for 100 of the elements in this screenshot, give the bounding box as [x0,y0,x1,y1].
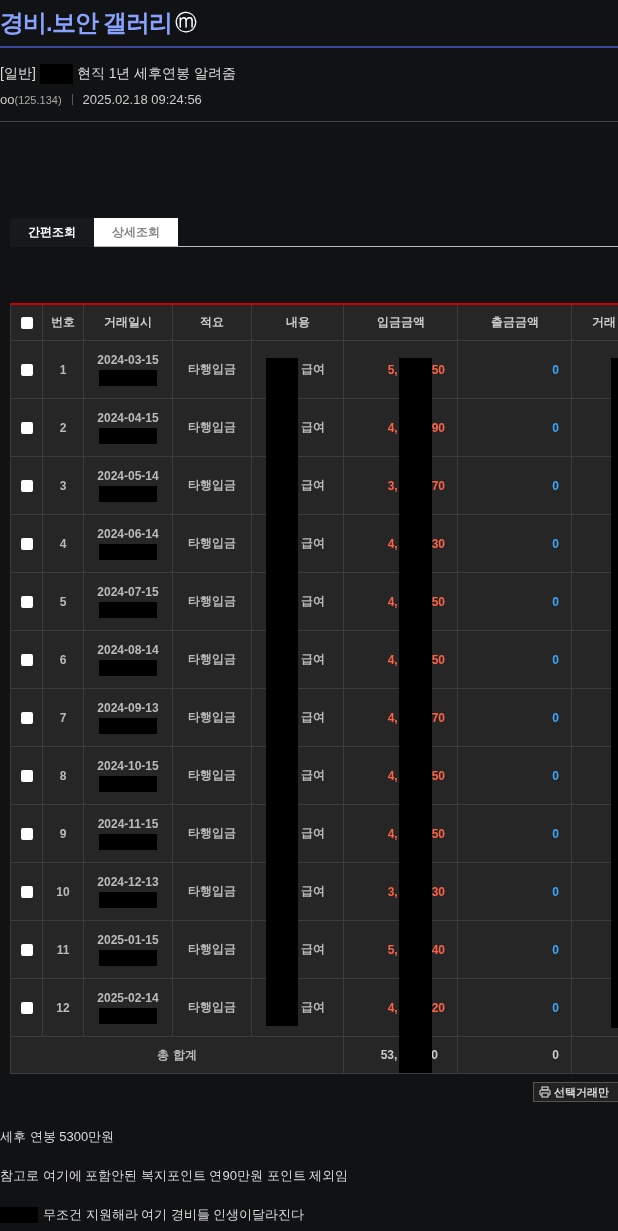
checkbox[interactable] [20,422,33,435]
row-number: 1 [59,362,67,377]
row-number: 8 [59,768,67,783]
deposit-amount: 70 [431,710,445,725]
withdrawal-amount: 0 [552,1000,559,1015]
redaction-block [99,660,157,676]
row-number: 9 [59,826,67,841]
transaction-memo: 급여 [301,942,325,956]
checkbox[interactable] [20,480,33,493]
deposit-amount: 4, [387,594,398,609]
post-date: 2025.02.18 09:24:56 [82,92,202,107]
column-header: 입금금액 [376,315,425,329]
total-deposit: 53, [380,1048,398,1062]
transaction-type: 타행입금 [188,652,236,666]
redaction-block [99,370,157,386]
checkbox[interactable] [20,770,33,783]
row-number: 12 [56,1000,70,1015]
redaction-block [99,834,157,850]
transaction-date: 2024-10-15 [96,759,160,773]
checkbox[interactable] [20,886,33,899]
withdrawal-amount: 0 [552,942,559,957]
checkbox[interactable] [20,317,33,330]
deposit-amount: 4, [387,536,398,551]
transaction-date: 2024-07-15 [96,585,160,599]
transaction-memo: 급여 [301,536,325,550]
transaction-type: 타행입금 [188,478,236,492]
redaction-block [99,776,157,792]
withdrawal-amount: 0 [552,826,559,841]
transaction-type: 타행입금 [188,594,236,608]
checkbox[interactable] [20,828,33,841]
gallery-title[interactable]: 경비.보안 갤러리 [0,7,173,39]
redaction-block [99,1008,157,1024]
withdrawal-amount: 0 [552,362,559,377]
deposit-amount: 5, [387,942,398,957]
deposit-amount: 4, [387,710,398,725]
checkbox[interactable] [20,654,33,667]
total-deposit: 0 [431,1048,439,1062]
deposit-amount: 20 [431,1000,445,1015]
tab[interactable]: 간편조회 [10,218,94,247]
column-header: 거래일시 [104,315,152,329]
withdrawal-amount: 0 [552,536,559,551]
withdrawal-amount: 0 [552,768,559,783]
body-text: 참고로 여기에 포함안된 복지포인트 연90만원 포인트 제외임 [0,1168,350,1184]
transaction-memo: 급여 [301,420,325,434]
transaction-memo: 급여 [301,362,325,376]
withdrawal-amount: 0 [552,420,559,435]
withdrawal-amount: 0 [552,884,559,899]
transaction-type: 타행입금 [188,420,236,434]
deposit-amount: 4, [387,1000,398,1015]
deposit-amount: 90 [431,420,445,435]
checkbox[interactable] [20,712,33,725]
withdrawal-amount: 0 [552,594,559,609]
row-number: 5 [59,594,67,609]
transaction-date: 2024-12-13 [96,875,160,889]
print-selected-button[interactable]: 선택거래만 [533,1082,618,1102]
gallery-mark-label: ⓜ [175,9,198,37]
checkbox[interactable] [20,944,33,957]
checkbox[interactable] [20,364,33,377]
transaction-memo: 급여 [301,478,325,492]
transaction-date: 2024-05-14 [96,469,160,483]
checkbox[interactable] [20,596,33,609]
deposit-amount: 3, [387,884,398,899]
row-number: 10 [56,884,70,899]
author-name[interactable]: oo [0,92,15,107]
author-ip: (125.134) [14,93,62,106]
deposit-amount: 4, [387,420,398,435]
deposit-amount: 50 [431,362,445,377]
row-number: 11 [56,942,70,957]
redaction-block [99,718,157,734]
redaction-block [99,544,157,560]
transaction-date: 2024-03-15 [96,353,160,367]
row-number: 7 [59,710,67,725]
tab[interactable]: 상세조회 [94,218,178,246]
checkbox[interactable] [20,538,33,551]
row-number: 4 [59,536,67,551]
printer-icon [539,1086,551,1098]
post-category: [일반] [0,65,36,83]
transaction-memo: 급여 [301,594,325,608]
total-label: 총 합계 [157,1047,197,1062]
column-header: 내용 [285,315,310,329]
withdrawal-amount: 0 [552,478,559,493]
transaction-type: 타행입금 [188,826,236,840]
deposit-amount: 5, [387,362,398,377]
deposit-amount: 3, [387,478,398,493]
withdrawal-amount: 0 [552,710,559,725]
column-header: 거래 [592,315,616,329]
post-title: 현직 1년 세후연봉 알려줌 [76,65,237,83]
column-header: 출금금액 [490,315,539,329]
transaction-memo: 급여 [301,710,325,724]
transaction-date: 2024-04-15 [96,411,160,425]
deposit-amount: 70 [431,478,445,493]
transaction-date: 2024-08-14 [96,643,160,657]
transaction-date: 2024-11-15 [96,817,160,831]
redaction-block [99,892,157,908]
transaction-date: 2024-09-13 [96,701,160,715]
deposit-amount: 4, [387,652,398,667]
transaction-type: 타행입금 [188,1000,236,1014]
checkbox[interactable] [20,1002,33,1015]
transaction-memo: 급여 [301,826,325,840]
body-text: 무조건 지원해라 여기 경비들 인생이달라진다 [43,1207,305,1223]
